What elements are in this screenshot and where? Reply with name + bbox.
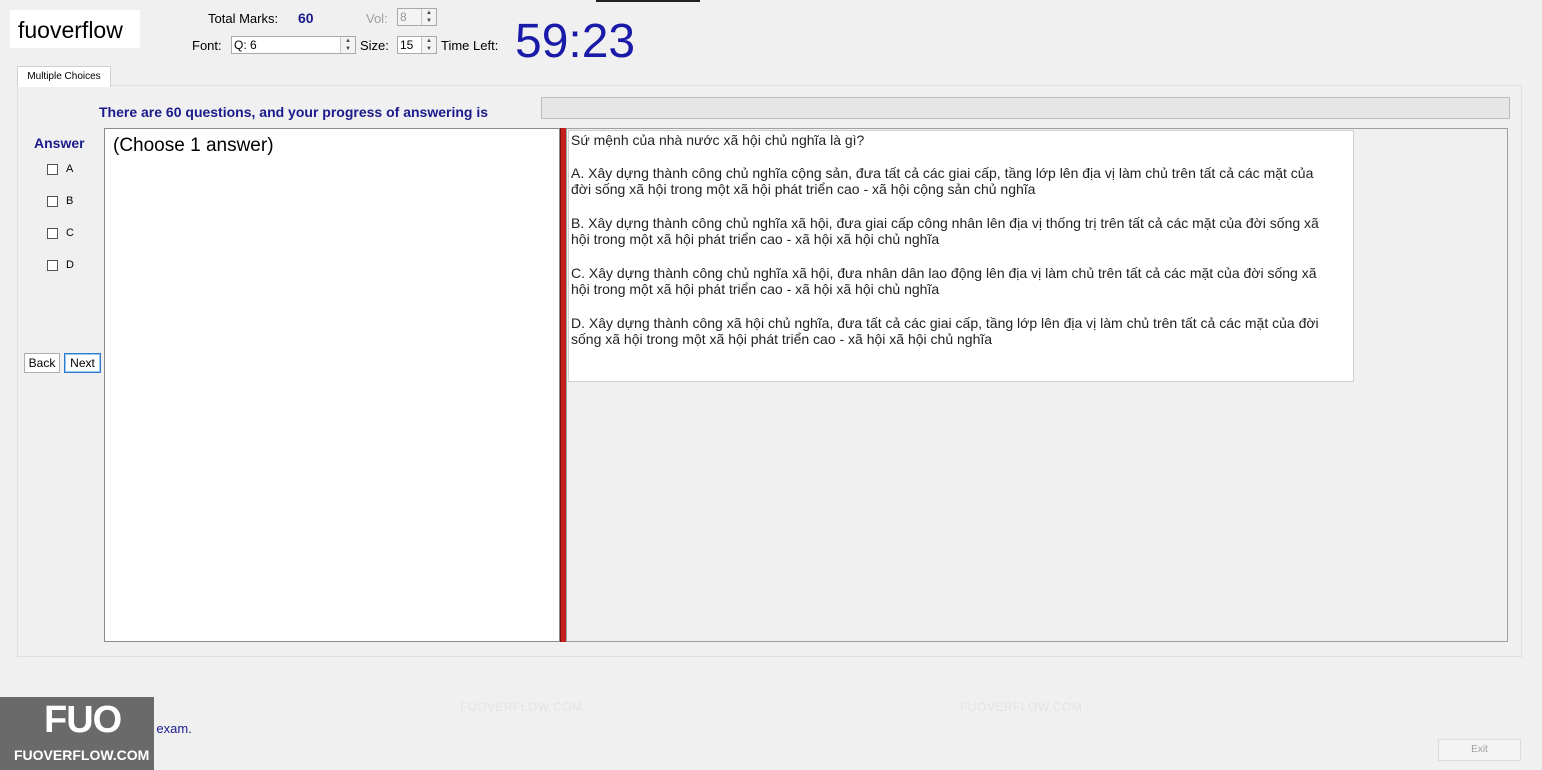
question-choice-a: A. Xây dựng thành công chủ nghĩa cộng sả… xyxy=(571,164,1314,198)
progress-text: There are 60 questions, and your progres… xyxy=(99,104,488,120)
answer-option-d[interactable]: D xyxy=(47,259,74,271)
question-choice-d: D. Xây dựng thành công xã hội chủ nghĩa,… xyxy=(571,314,1319,348)
watermark-text: FUOVERFLOW.COM xyxy=(460,700,583,714)
watermark-text: FUOVERFLOW.COM xyxy=(960,700,1083,714)
vol-value: 8 xyxy=(400,10,407,24)
vol-spinner-buttons: ▲ ▼ xyxy=(421,9,436,25)
font-spinner-buttons[interactable]: ▲ ▼ xyxy=(340,37,355,53)
spin-down-icon[interactable]: ▼ xyxy=(341,45,355,53)
total-marks-value: 60 xyxy=(298,10,314,26)
back-button[interactable]: Back xyxy=(24,353,60,373)
vol-label: Vol: xyxy=(366,11,388,26)
option-label: A xyxy=(66,163,74,176)
question-choice-b: B. Xây dựng thành công chủ nghĩa xã hội,… xyxy=(571,214,1319,248)
checkbox[interactable] xyxy=(47,195,58,207)
badge-small-text: FUOVERFLOW.COM xyxy=(14,747,150,763)
exit-button[interactable]: Exit xyxy=(1438,739,1521,761)
time-left-label: Time Left: xyxy=(441,38,499,53)
next-button[interactable]: Next xyxy=(64,353,101,373)
progress-bar xyxy=(541,97,1510,119)
answer-option-a[interactable]: A xyxy=(47,163,73,175)
spin-down-icon[interactable]: ▼ xyxy=(422,45,436,53)
top-strip xyxy=(596,0,700,2)
question-content: Sứ mệnh của nhà nước xã hội chủ nghĩa là… xyxy=(571,132,1331,365)
badge-big-text: FUO xyxy=(44,699,122,741)
answer-option-c[interactable]: C xyxy=(47,227,74,239)
option-label: D xyxy=(66,259,74,272)
option-label: B xyxy=(66,195,74,208)
checkbox[interactable] xyxy=(47,163,58,175)
spin-up-icon[interactable]: ▲ xyxy=(422,37,436,45)
font-value: Q: 6 xyxy=(234,38,257,52)
answer-text-pane[interactable]: (Choose 1 answer) xyxy=(104,128,560,642)
choose-instruction: (Choose 1 answer) xyxy=(113,135,274,156)
vol-spinner: 8 ▲ ▼ xyxy=(397,8,437,26)
checkbox[interactable] xyxy=(47,259,58,271)
timer: 59:23 xyxy=(515,15,636,68)
question-title: Sứ mệnh của nhà nước xã hội chủ nghĩa là… xyxy=(571,132,865,148)
font-label: Font: xyxy=(192,38,222,53)
total-marks-label: Total Marks: xyxy=(208,11,279,26)
spin-up-icon[interactable]: ▲ xyxy=(341,37,355,45)
logo: fuoverflow xyxy=(10,10,140,48)
size-label: Size: xyxy=(360,38,389,53)
tab-multiple-choices[interactable]: Multiple Choices xyxy=(17,66,111,87)
logo-text: fuoverflow xyxy=(18,17,123,43)
option-label: C xyxy=(66,227,74,240)
question-choice-c: C. Xây dựng thành công chủ nghĩa xã hội,… xyxy=(571,264,1317,298)
checkbox[interactable] xyxy=(47,227,58,239)
fuo-logo-badge: FUO FUOVERFLOW.COM xyxy=(0,697,154,770)
size-spinner-buttons[interactable]: ▲ ▼ xyxy=(421,37,436,53)
answer-option-b[interactable]: B xyxy=(47,195,73,207)
answer-title: Answer xyxy=(34,135,85,151)
size-value: 15 xyxy=(400,38,414,52)
size-spinner[interactable]: 15 ▲ ▼ xyxy=(397,36,437,54)
font-spinner[interactable]: Q: 6 ▲ ▼ xyxy=(231,36,356,54)
